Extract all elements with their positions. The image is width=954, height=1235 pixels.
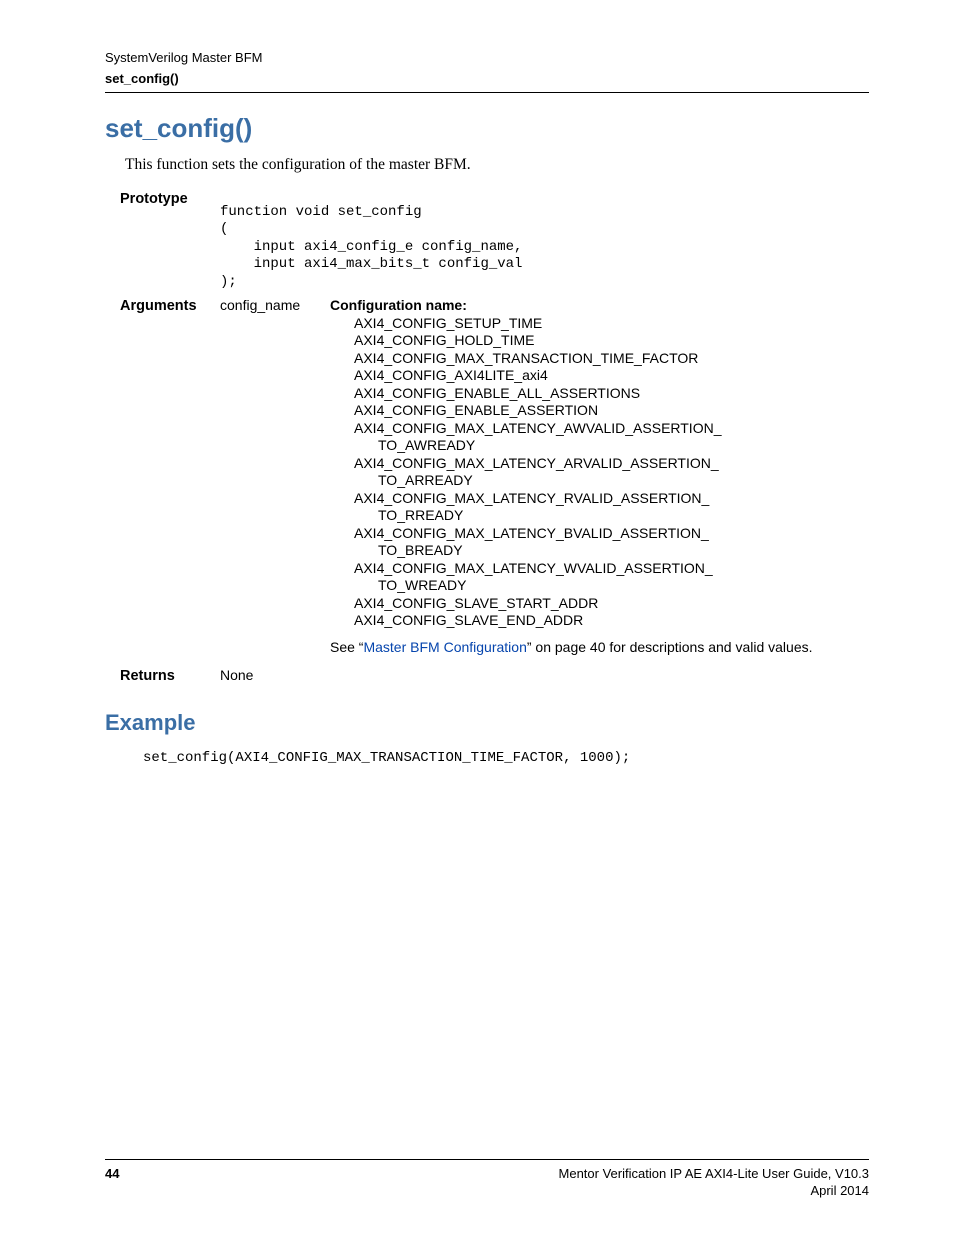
config-item-cont: TO_AWREADY <box>378 437 869 455</box>
prototype-label: Prototype <box>120 191 188 207</box>
config-item: AXI4_CONFIG_ENABLE_ALL_ASSERTIONS <box>354 385 869 403</box>
config-item-cont: TO_BREADY <box>378 542 869 560</box>
argument-name: config_name <box>220 297 330 313</box>
running-header-line2: set_config() <box>105 71 869 88</box>
config-item-cont: TO_WREADY <box>378 577 869 595</box>
example-heading: Example <box>105 710 869 736</box>
intro-text: This function sets the configuration of … <box>125 156 869 174</box>
config-item-cont: TO_RREADY <box>378 507 869 525</box>
master-bfm-config-link[interactable]: Master BFM Configuration <box>363 639 526 655</box>
running-header-line1: SystemVerilog Master BFM <box>105 50 869 67</box>
argument-description: Configuration name: AXI4_CONFIG_SETUP_TI… <box>330 297 869 656</box>
prototype-code: function void set_config ( input axi4_co… <box>220 190 522 292</box>
config-item: AXI4_CONFIG_SLAVE_START_ADDR <box>354 595 869 613</box>
arguments-label: Arguments <box>120 298 197 314</box>
config-item: AXI4_CONFIG_ENABLE_ASSERTION <box>354 402 869 420</box>
config-item: AXI4_CONFIG_MAX_LATENCY_WVALID_ASSERTION… <box>354 560 869 578</box>
config-item: AXI4_CONFIG_AXI4LITE_axi4 <box>354 367 869 385</box>
header-rule <box>105 92 869 93</box>
see-reference: See “Master BFM Configuration” on page 4… <box>330 638 869 657</box>
config-item: AXI4_CONFIG_SETUP_TIME <box>354 315 869 333</box>
footer-date: April 2014 <box>559 1183 869 1200</box>
config-item-cont: TO_ARREADY <box>378 472 869 490</box>
config-item: AXI4_CONFIG_HOLD_TIME <box>354 332 869 350</box>
returns-label: Returns <box>120 668 175 684</box>
footer-rule <box>105 1159 869 1160</box>
config-item: AXI4_CONFIG_MAX_LATENCY_AWVALID_ASSERTIO… <box>354 420 869 438</box>
config-item: AXI4_CONFIG_MAX_LATENCY_RVALID_ASSERTION… <box>354 490 869 508</box>
config-item: AXI4_CONFIG_MAX_LATENCY_BVALID_ASSERTION… <box>354 525 869 543</box>
example-code: set_config(AXI4_CONFIG_MAX_TRANSACTION_T… <box>143 750 869 768</box>
config-item: AXI4_CONFIG_MAX_TRANSACTION_TIME_FACTOR <box>354 350 869 368</box>
page-title: set_config() <box>105 113 869 144</box>
returns-value: None <box>220 667 253 683</box>
footer-doc-title: Mentor Verification IP AE AXI4-Lite User… <box>559 1166 869 1183</box>
config-item: AXI4_CONFIG_SLAVE_END_ADDR <box>354 612 869 630</box>
config-name-label: Configuration name: <box>330 297 869 315</box>
config-item: AXI4_CONFIG_MAX_LATENCY_ARVALID_ASSERTIO… <box>354 455 869 473</box>
page-number: 44 <box>105 1166 119 1181</box>
